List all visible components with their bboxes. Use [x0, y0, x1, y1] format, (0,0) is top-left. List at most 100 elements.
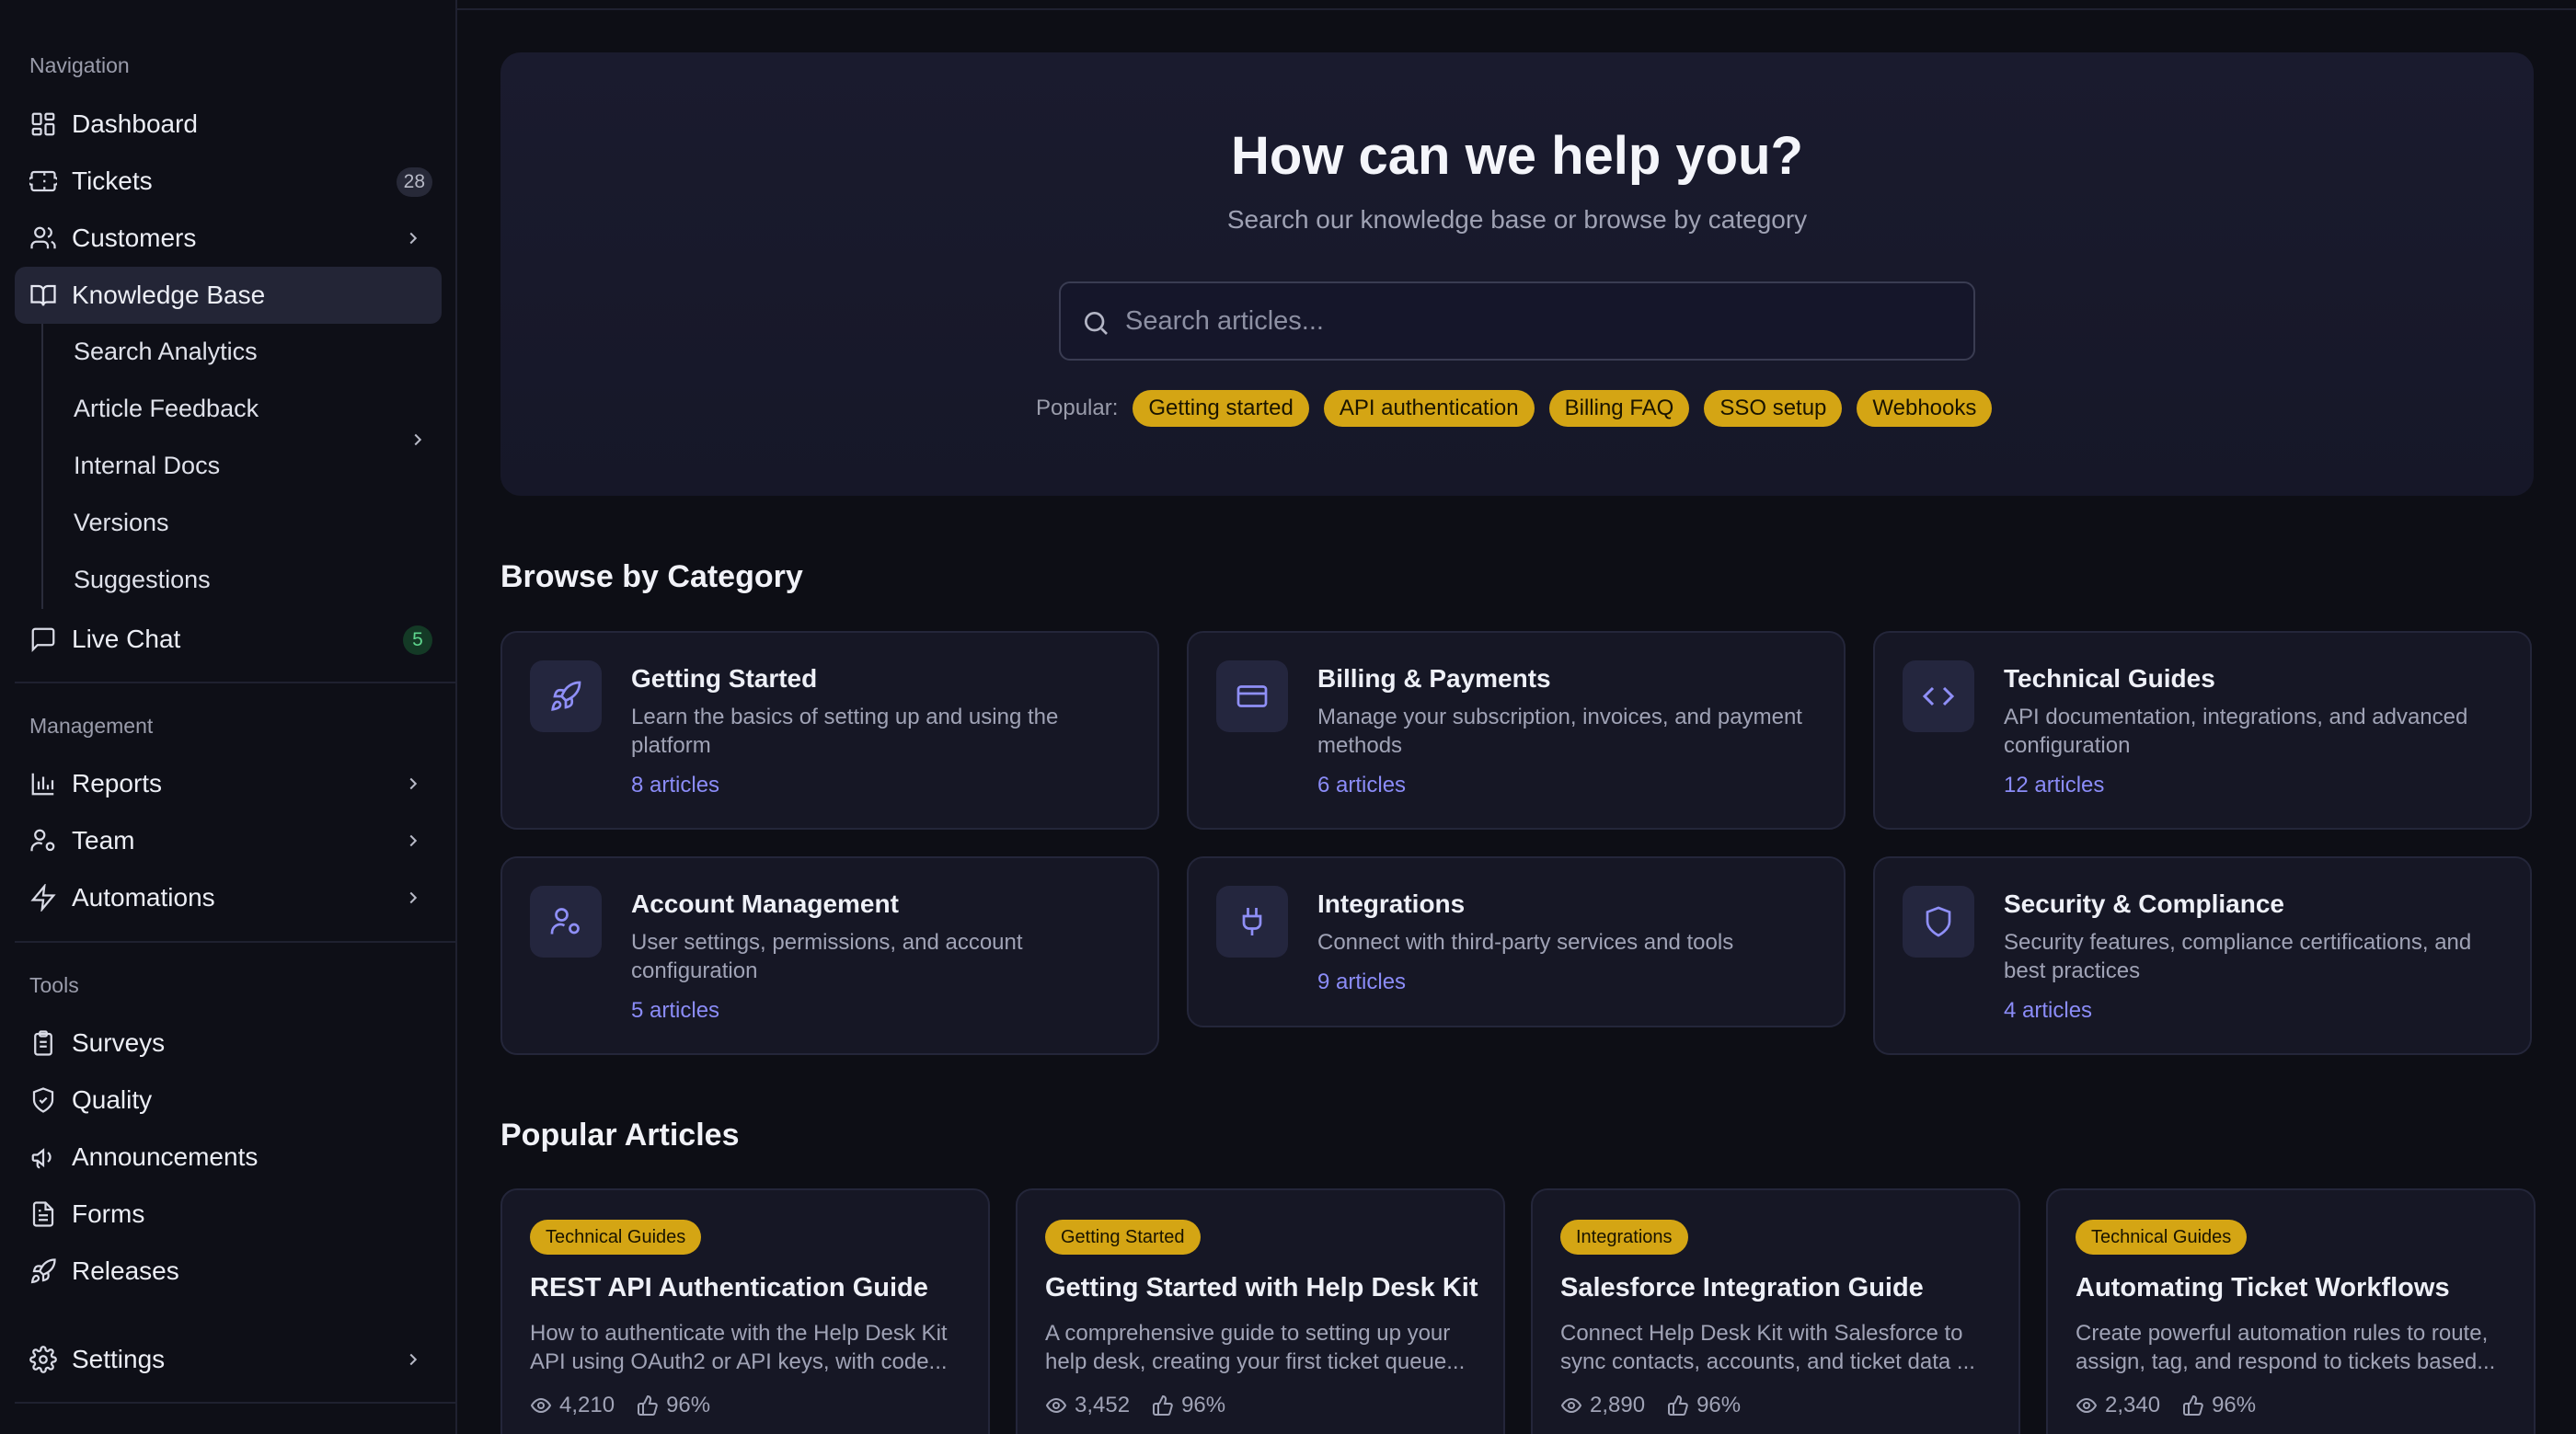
- nav-item-tickets[interactable]: Tickets 28: [15, 153, 442, 210]
- nav-item-releases[interactable]: Releases: [15, 1243, 442, 1300]
- article-stats: 2,890 96%: [1560, 1393, 1741, 1418]
- chevron-right-icon: [409, 1353, 418, 1366]
- article-excerpt: Connect Help Desk Kit with Salesforce to…: [1560, 1321, 1975, 1374]
- message-square-icon: [31, 627, 55, 652]
- article-helpful-rate: 96%: [2212, 1393, 2257, 1417]
- nav-item-team[interactable]: Team: [15, 812, 442, 869]
- article-card[interactable]: Technical Guides Automating Ticket Workf…: [2046, 1188, 2536, 1434]
- nav-label-automations: Automations: [72, 883, 215, 912]
- nav-item-automations[interactable]: Automations: [15, 869, 442, 926]
- submenu-item-search-analytics[interactable]: Search Analytics: [74, 338, 258, 366]
- file-text-icon: [32, 1201, 54, 1227]
- eye-icon: [1560, 1397, 1582, 1414]
- eye-icon: [530, 1397, 552, 1414]
- category-title: Billing & Payments: [1317, 664, 1551, 693]
- article-helpful-rate: 96%: [666, 1393, 711, 1417]
- nav-item-announcements[interactable]: Announcements: [15, 1129, 442, 1186]
- category-title: Security & Compliance: [2004, 889, 2284, 918]
- category-description: API documentation, integrations, and adv…: [2004, 705, 2468, 758]
- zap-icon: [30, 884, 56, 912]
- popular-chip[interactable]: API authentication: [1323, 390, 1535, 427]
- section-title-management: Management: [29, 714, 154, 738]
- article-card[interactable]: Integrations Salesforce Integration Guid…: [1531, 1188, 2020, 1434]
- article-title[interactable]: Getting Started with Help Desk Kit: [1045, 1273, 1478, 1303]
- nav-label-quality: Quality: [72, 1085, 153, 1114]
- thumbs-up-icon: [1153, 1394, 1173, 1416]
- dashboard-icon: [31, 112, 55, 136]
- chevron-right-icon: [409, 777, 418, 790]
- tickets-count-badge: 28: [396, 167, 432, 197]
- popular-chip[interactable]: Billing FAQ: [1548, 390, 1690, 427]
- nav-label-forms: Forms: [72, 1199, 145, 1228]
- submenu-guide-line: [41, 324, 43, 609]
- popular-chip[interactable]: Getting started: [1133, 390, 1309, 427]
- article-views: 4,210: [559, 1393, 615, 1417]
- category-card[interactable]: Getting Started Learn the basics of sett…: [500, 631, 1159, 830]
- nav-label-settings: Settings: [72, 1345, 166, 1373]
- nav-item-live-chat[interactable]: Live Chat 5: [15, 611, 442, 668]
- code-icon: [1922, 686, 1955, 706]
- nav-label-tickets: Tickets: [72, 166, 153, 195]
- article-title[interactable]: REST API Authentication Guide: [530, 1273, 928, 1303]
- submenu-item-article-feedback[interactable]: Article Feedback: [74, 395, 259, 423]
- sidebar: Navigation Dashboard Tickets 28 Customer…: [0, 0, 457, 1434]
- category-article-count[interactable]: 8 articles: [631, 773, 719, 798]
- rocket-icon: [551, 681, 581, 711]
- category-article-count[interactable]: 4 articles: [2004, 998, 2092, 1024]
- category-article-count[interactable]: 9 articles: [1317, 969, 1406, 995]
- nav-label-knowledge-base: Knowledge Base: [72, 281, 266, 309]
- nav-item-knowledge-base[interactable]: Knowledge Base: [15, 267, 442, 324]
- category-title: Account Management: [631, 889, 899, 918]
- nav-item-customers[interactable]: Customers: [15, 210, 442, 267]
- article-title[interactable]: Automating Ticket Workflows: [2076, 1273, 2450, 1303]
- sidebar-divider: [15, 682, 457, 683]
- category-description: User settings, permissions, and account …: [631, 930, 1023, 983]
- submenu-item-internal-docs[interactable]: Internal Docs: [74, 452, 220, 480]
- article-category-tag: Technical Guides: [530, 1220, 702, 1255]
- category-card[interactable]: Account Management User settings, permis…: [500, 856, 1159, 1055]
- nav-label-dashboard: Dashboard: [72, 109, 198, 138]
- article-category-tag: Integrations: [1560, 1220, 1688, 1255]
- category-title: Getting Started: [631, 664, 818, 693]
- plug-icon: [1242, 908, 1262, 935]
- nav-label-releases: Releases: [72, 1256, 179, 1285]
- category-article-count[interactable]: 12 articles: [2004, 773, 2104, 798]
- category-icon-box: [530, 660, 602, 732]
- search-input[interactable]: [1125, 283, 1953, 359]
- article-helpful-rate: 96%: [1696, 1393, 1742, 1417]
- chevron-right-icon[interactable]: [408, 430, 428, 450]
- article-views: 2,340: [2105, 1393, 2161, 1417]
- chevron-right-icon: [409, 232, 418, 245]
- nav-item-reports[interactable]: Reports: [15, 755, 442, 812]
- category-title: Integrations: [1317, 889, 1466, 918]
- popular-articles-heading: Popular Articles: [500, 1118, 740, 1153]
- chevron-right-icon: [409, 891, 418, 904]
- nav-label-team: Team: [72, 826, 135, 855]
- nav-label-announcements: Announcements: [72, 1142, 259, 1171]
- article-card[interactable]: Technical Guides REST API Authentication…: [500, 1188, 990, 1434]
- article-stats: 4,210 96%: [530, 1393, 710, 1418]
- popular-chip[interactable]: Webhooks: [1857, 390, 1993, 427]
- search-box[interactable]: [1059, 281, 1975, 361]
- category-article-count[interactable]: 6 articles: [1317, 773, 1406, 798]
- nav-item-settings[interactable]: Settings: [15, 1331, 442, 1388]
- nav-item-quality[interactable]: Quality: [15, 1072, 442, 1129]
- category-card[interactable]: Technical Guides API documentation, inte…: [1873, 631, 2532, 830]
- category-card[interactable]: Billing & Payments Manage your subscript…: [1187, 631, 1846, 830]
- article-card[interactable]: Getting Started Getting Started with Hel…: [1016, 1188, 1505, 1434]
- submenu-item-suggestions[interactable]: Suggestions: [74, 566, 211, 594]
- nav-item-surveys[interactable]: Surveys: [15, 1015, 442, 1072]
- article-title[interactable]: Salesforce Integration Guide: [1560, 1273, 1924, 1303]
- category-card[interactable]: Security & Compliance Security features,…: [1873, 856, 2532, 1055]
- category-article-count[interactable]: 5 articles: [631, 998, 719, 1024]
- category-description: Learn the basics of setting up and using…: [631, 705, 1059, 758]
- article-views: 2,890: [1590, 1393, 1646, 1417]
- category-card[interactable]: Integrations Connect with third-party se…: [1187, 856, 1846, 1027]
- help-hero: How can we help you? Search our knowledg…: [500, 52, 2534, 496]
- submenu-item-versions[interactable]: Versions: [74, 509, 169, 537]
- nav-item-forms[interactable]: Forms: [15, 1186, 442, 1243]
- article-excerpt: A comprehensive guide to setting up your…: [1045, 1321, 1466, 1374]
- nav-item-dashboard[interactable]: Dashboard: [15, 96, 442, 153]
- popular-chip[interactable]: SSO setup: [1704, 390, 1843, 427]
- book-open-icon: [30, 284, 56, 306]
